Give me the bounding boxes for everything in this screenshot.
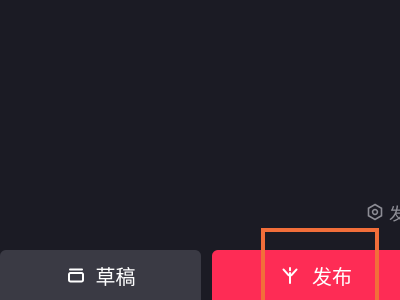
draft-box-icon	[67, 268, 84, 283]
publish-button[interactable]: 发布	[212, 250, 400, 300]
shield-settings-icon	[367, 203, 383, 221]
content-area	[0, 0, 400, 248]
bottom-bar: 草稿 发布	[0, 250, 400, 300]
sparkle-icon	[282, 267, 298, 284]
publish-label: 发布	[312, 264, 352, 289]
visibility-hint-text: 发	[389, 204, 400, 225]
save-draft-button[interactable]: 草稿	[0, 250, 201, 300]
save-draft-label: 草稿	[95, 264, 136, 289]
visibility-hint[interactable]: 发	[366, 201, 400, 225]
screen: 发 草稿 发布	[0, 0, 400, 300]
